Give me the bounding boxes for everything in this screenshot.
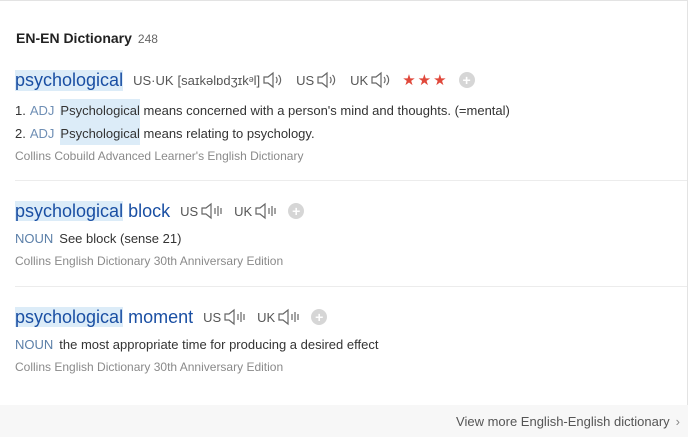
- speaker-icon[interactable]: [254, 202, 278, 220]
- headword-rest: block: [128, 200, 171, 221]
- highlighted-word: Psychological: [60, 99, 140, 122]
- definition-rest: means concerned with a person's mind and…: [143, 103, 510, 118]
- part-of-speech: NOUN: [15, 337, 54, 352]
- definition-row: NOUN See block (sense 21): [15, 227, 687, 250]
- pronunciation: US UK: [180, 202, 278, 220]
- uk-label: UK: [234, 203, 253, 219]
- speaker-icon[interactable]: [277, 308, 301, 326]
- divider: [15, 180, 687, 181]
- entry-head: psychological moment US UK +: [15, 304, 687, 330]
- speaker-icon[interactable]: [262, 71, 284, 89]
- part-of-speech: ADJ: [29, 103, 55, 118]
- frequency-stars: ★★★: [402, 72, 449, 89]
- headword-highlight: psychological: [15, 306, 124, 327]
- part-of-speech: NOUN: [15, 231, 54, 246]
- definition-row: 1. ADJ Psychological means concerned wit…: [15, 99, 687, 122]
- definition-number: 1.: [15, 103, 26, 118]
- speaker-icon[interactable]: [223, 308, 247, 326]
- entry-head: psychological block US UK +: [15, 198, 687, 224]
- entry-psychological: psychological US·UK [saɪkəlɒdʒɪkᵊl] US U…: [15, 67, 687, 163]
- pron-region-label: US·UK: [133, 72, 174, 88]
- headword-highlight: psychological: [15, 200, 124, 221]
- footer-bar: View more English-English dictionary ›: [0, 405, 688, 437]
- dictionary-header: EN-EN Dictionary 248: [16, 30, 158, 50]
- definition-text: means relating to psychology.: [140, 122, 315, 145]
- dictionary-source: Collins English Dictionary 30th Annivers…: [15, 254, 284, 268]
- view-more-label: View more English-English dictionary: [456, 414, 670, 429]
- highlighted-word: Psychological: [60, 122, 140, 145]
- pronunciation: US UK: [203, 308, 301, 326]
- definition-row: NOUN the most appropriate time for produ…: [15, 333, 687, 356]
- headword[interactable]: psychological block: [15, 200, 171, 222]
- us-label: US: [180, 203, 199, 219]
- ipa-text: [saɪkəlɒdʒɪkᵊl]: [177, 72, 261, 88]
- definition-row: 2. ADJ Psychological means relating to p…: [15, 122, 687, 145]
- speaker-icon[interactable]: [370, 71, 392, 89]
- uk-label: UK: [257, 309, 276, 325]
- entry-head: psychological US·UK [saɪkəlɒdʒɪkᵊl] US U…: [15, 67, 687, 93]
- definition-number: 2.: [15, 126, 26, 141]
- entry-psychological-moment: psychological moment US UK + NOUN the mo…: [15, 304, 687, 374]
- us-label: US: [296, 72, 315, 88]
- dictionary-panel: EN-EN Dictionary 248 psychological US·UK…: [0, 0, 688, 437]
- part-of-speech: ADJ: [29, 126, 55, 141]
- dictionary-source: Collins Cobuild Advanced Learner's Engli…: [15, 149, 304, 163]
- uk-label: UK: [350, 72, 369, 88]
- add-icon[interactable]: +: [288, 203, 305, 219]
- pronunciation-combined: US·UK [saɪkəlɒdʒɪkᵊl] US UK: [133, 71, 392, 89]
- headword-rest: moment: [128, 306, 194, 327]
- divider: [15, 286, 687, 287]
- headword[interactable]: psychological: [15, 69, 124, 91]
- result-count: 248: [137, 32, 158, 46]
- entry-psychological-block: psychological block US UK + NOUN See blo…: [15, 198, 687, 268]
- definition-text: See block (sense 21): [59, 231, 182, 246]
- add-icon[interactable]: +: [311, 309, 328, 325]
- headword[interactable]: psychological moment: [15, 306, 194, 328]
- speaker-icon[interactable]: [200, 202, 224, 220]
- view-more-link[interactable]: View more English-English dictionary ›: [456, 414, 680, 429]
- chevron-right-icon: ›: [675, 414, 680, 429]
- us-label: US: [203, 309, 222, 325]
- dictionary-title: EN-EN Dictionary: [16, 30, 132, 46]
- definition-rest: means relating to psychology.: [143, 126, 315, 141]
- definition-text: the most appropriate time for producing …: [59, 337, 379, 352]
- dictionary-source: Collins English Dictionary 30th Annivers…: [15, 360, 284, 374]
- speaker-icon[interactable]: [316, 71, 338, 89]
- add-icon[interactable]: +: [458, 72, 475, 88]
- definition-text: means concerned with a person's mind and…: [140, 99, 510, 122]
